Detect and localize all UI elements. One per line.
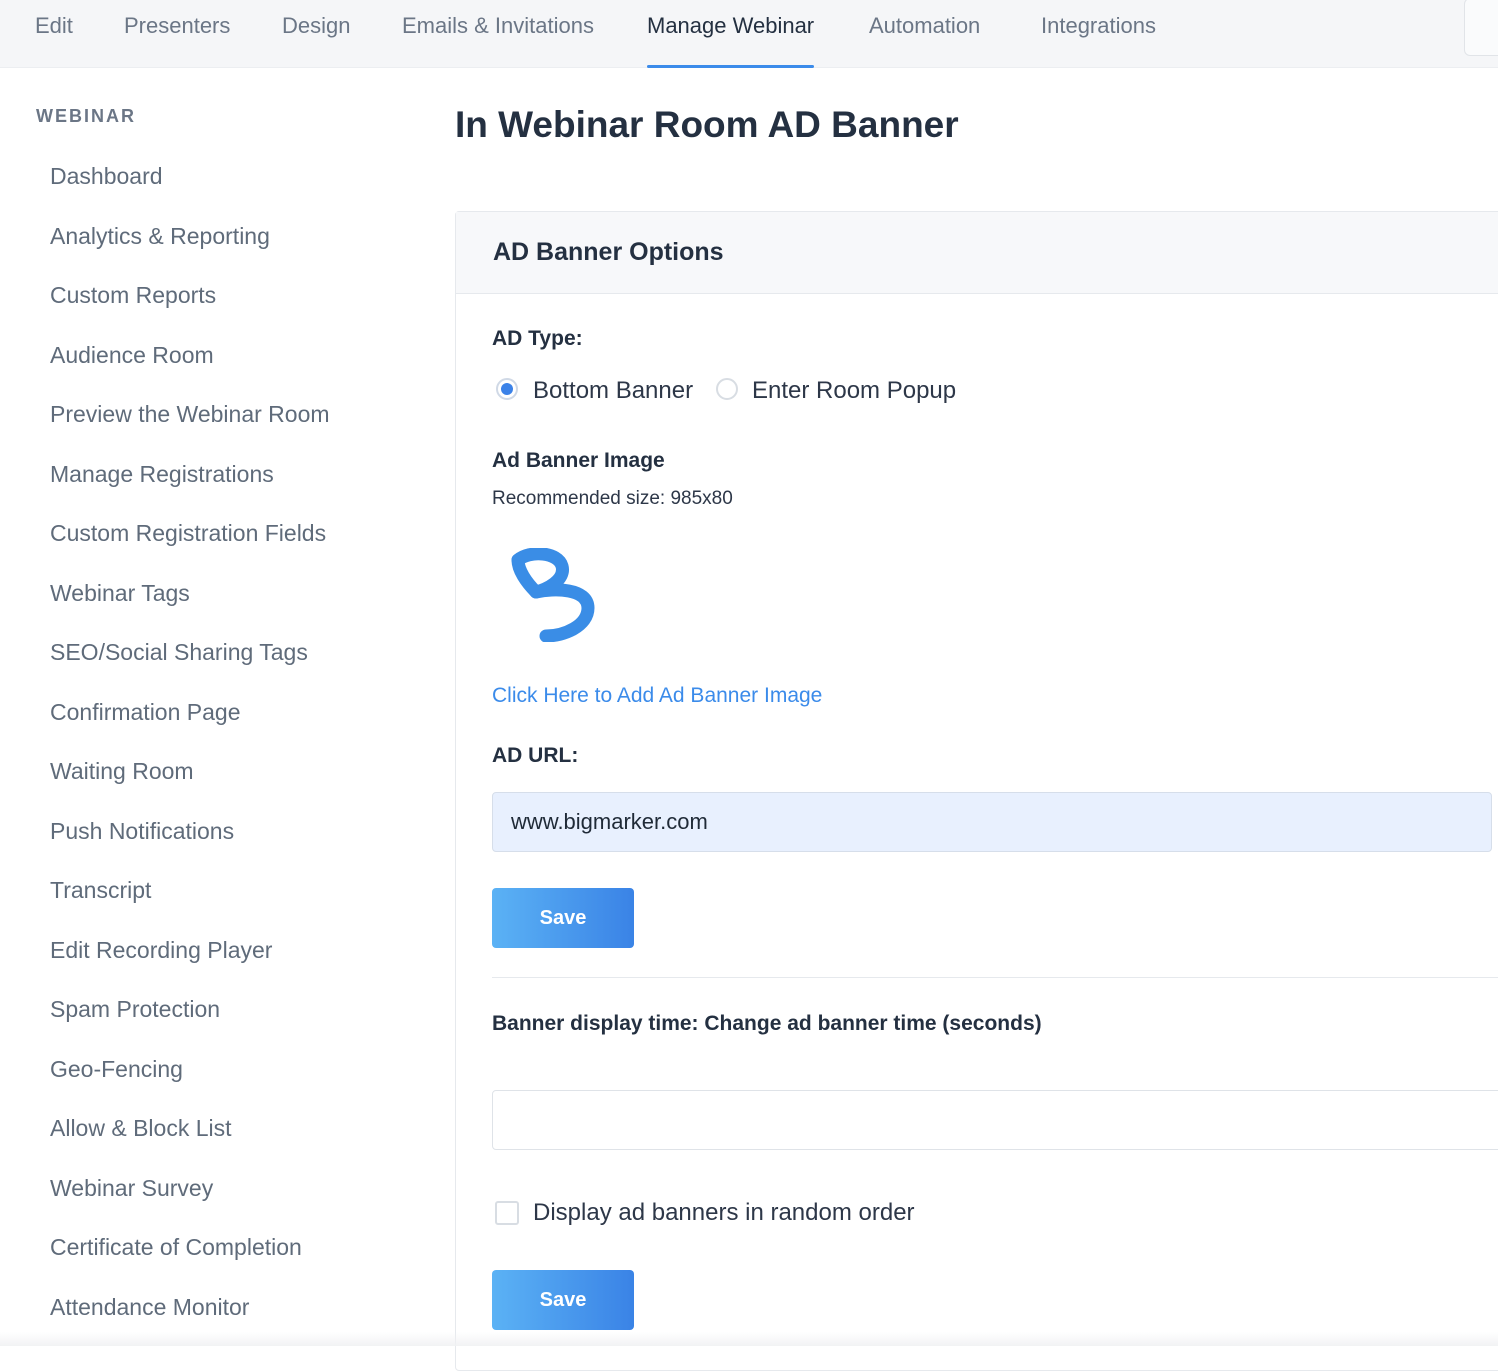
recommended-size-hint: Recommended size: 985x80 xyxy=(492,488,733,509)
ad-url-label: AD URL: xyxy=(492,744,579,767)
card-title: AD Banner Options xyxy=(493,238,724,266)
sidebar-item-attendance-monitor[interactable]: Attendance Monitor xyxy=(50,1294,249,1321)
sidebar-item-webinar-survey[interactable]: Webinar Survey xyxy=(50,1175,213,1202)
sidebar-item-analytics-reporting[interactable]: Analytics & Reporting xyxy=(50,223,270,250)
radio-enter-room-popup-label[interactable]: Enter Room Popup xyxy=(752,377,956,405)
tab-emails-invitations[interactable]: Emails & Invitations xyxy=(402,0,594,68)
banner-display-time-label: Banner display time: Change ad banner ti… xyxy=(492,1012,1042,1035)
sidebar-item-preview-webinar-room[interactable]: Preview the Webinar Room xyxy=(50,401,330,428)
sidebar-item-allow-block-list[interactable]: Allow & Block List xyxy=(50,1115,232,1142)
sidebar-item-seo-social-sharing-tags[interactable]: SEO/Social Sharing Tags xyxy=(50,639,308,666)
sidebar-item-edit-recording-player[interactable]: Edit Recording Player xyxy=(50,937,272,964)
sidebar-item-transcript[interactable]: Transcript xyxy=(50,877,151,904)
tab-design[interactable]: Design xyxy=(282,0,350,68)
page-title: In Webinar Room AD Banner xyxy=(455,104,959,145)
banner-display-time-input[interactable] xyxy=(492,1090,1498,1150)
sidebar-item-custom-reports[interactable]: Custom Reports xyxy=(50,282,216,309)
sidebar-item-push-notifications[interactable]: Push Notifications xyxy=(50,818,234,845)
sidebar-item-webinar-tags[interactable]: Webinar Tags xyxy=(50,580,190,607)
top-nav: Edit Presenters Design Emails & Invitati… xyxy=(0,0,1498,68)
ad-type-label: AD Type: xyxy=(492,327,583,350)
sidebar-item-manage-registrations[interactable]: Manage Registrations xyxy=(50,461,274,488)
bottom-edge-shadow xyxy=(0,1332,1498,1346)
save-display-settings-button[interactable]: Save xyxy=(492,1270,634,1330)
sidebar-item-certificate-of-completion[interactable]: Certificate of Completion xyxy=(50,1234,302,1261)
tab-manage-webinar[interactable]: Manage Webinar xyxy=(647,0,815,68)
save-button[interactable]: Save xyxy=(492,888,634,948)
sidebar-heading: WEBINAR xyxy=(36,106,136,126)
add-ad-banner-image-link[interactable]: Click Here to Add Ad Banner Image xyxy=(492,684,822,708)
sidebar-item-audience-room[interactable]: Audience Room xyxy=(50,342,214,369)
tab-edit[interactable]: Edit xyxy=(35,0,73,68)
bigmarker-logo-icon xyxy=(511,548,595,642)
radio-bottom-banner-label[interactable]: Bottom Banner xyxy=(533,377,693,405)
sidebar-item-spam-protection[interactable]: Spam Protection xyxy=(50,996,220,1023)
radio-bottom-banner[interactable] xyxy=(496,378,518,400)
sidebar-item-dashboard[interactable]: Dashboard xyxy=(50,163,163,190)
top-right-control[interactable] xyxy=(1464,0,1498,56)
tab-integrations[interactable]: Integrations xyxy=(1041,0,1156,68)
tab-automation[interactable]: Automation xyxy=(869,0,980,68)
sidebar-item-custom-registration-fields[interactable]: Custom Registration Fields xyxy=(50,520,326,547)
section-divider xyxy=(492,977,1498,978)
tab-presenters[interactable]: Presenters xyxy=(124,0,230,68)
ad-url-input[interactable] xyxy=(492,792,1492,852)
sidebar-item-confirmation-page[interactable]: Confirmation Page xyxy=(50,699,241,726)
ad-banner-image-label: Ad Banner Image xyxy=(492,449,665,472)
sidebar-item-waiting-room[interactable]: Waiting Room xyxy=(50,758,194,785)
random-order-label[interactable]: Display ad banners in random order xyxy=(533,1199,915,1227)
sidebar-item-geo-fencing[interactable]: Geo-Fencing xyxy=(50,1056,183,1083)
random-order-checkbox[interactable] xyxy=(495,1201,519,1225)
radio-enter-room-popup[interactable] xyxy=(716,378,738,400)
card-header: AD Banner Options xyxy=(456,212,1498,294)
